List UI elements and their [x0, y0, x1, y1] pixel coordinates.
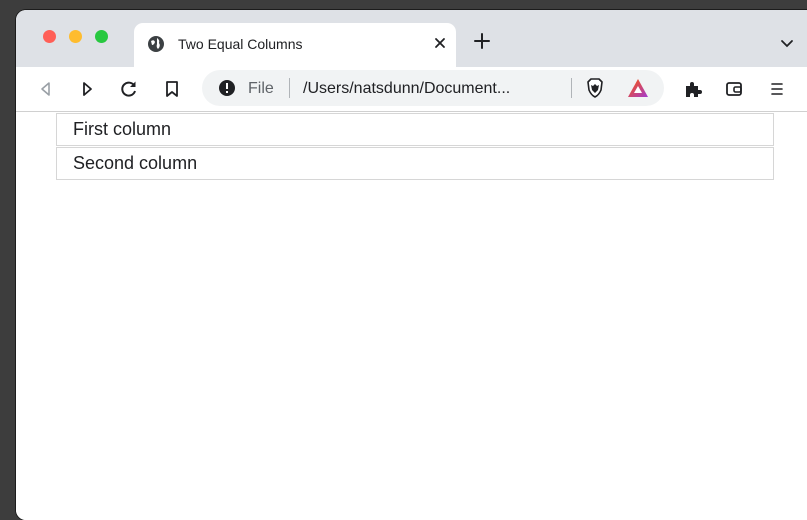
toolbar: File /Users/natsdunn/Document... [16, 67, 807, 112]
tab-close-icon[interactable] [430, 33, 450, 53]
wallet-icon[interactable] [723, 78, 745, 100]
page-content: First column Second column [16, 112, 807, 520]
close-window-button[interactable] [43, 30, 56, 43]
browser-window: Two Equal Columns File /Users/natsdunn/D… [16, 10, 807, 520]
second-column: Second column [56, 147, 774, 180]
minimize-window-button[interactable] [69, 30, 82, 43]
first-column: First column [56, 113, 774, 146]
divider [571, 78, 572, 98]
brave-rewards-icon[interactable] [626, 77, 650, 99]
tab-strip: Two Equal Columns [16, 10, 807, 67]
info-icon[interactable] [218, 79, 236, 97]
tab-two-equal-columns[interactable]: Two Equal Columns [134, 23, 456, 67]
brave-shields-icon[interactable] [584, 77, 606, 99]
new-tab-icon[interactable] [471, 30, 493, 52]
back-icon[interactable] [35, 78, 57, 100]
globe-icon [148, 36, 164, 52]
bookmark-icon[interactable] [161, 78, 183, 100]
menu-icon[interactable] [766, 78, 788, 100]
url-text[interactable]: /Users/natsdunn/Document... [303, 80, 510, 98]
reload-icon[interactable] [118, 78, 140, 100]
divider [289, 78, 290, 98]
address-bar[interactable]: File /Users/natsdunn/Document... [202, 70, 664, 106]
url-scheme: File [248, 80, 274, 97]
chevron-down-icon[interactable] [779, 36, 795, 52]
forward-icon[interactable] [76, 78, 98, 100]
zoom-window-button[interactable] [95, 30, 108, 43]
extensions-icon[interactable] [682, 78, 704, 100]
tab-title: Two Equal Columns [178, 36, 303, 52]
